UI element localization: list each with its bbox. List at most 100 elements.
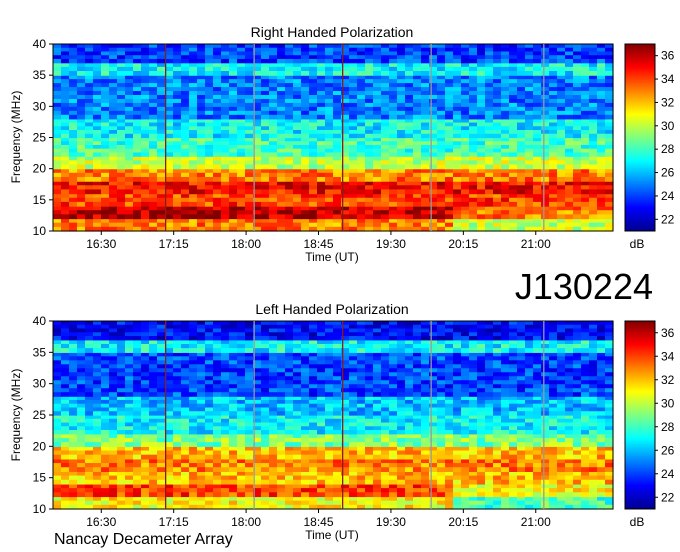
spectrum-cell — [237, 454, 246, 460]
spectrum-cell — [501, 51, 510, 56]
spectrum-cell — [421, 133, 430, 139]
spectrum-cell — [317, 418, 326, 424]
spectrum-cell — [549, 106, 558, 112]
spectrum-cell — [421, 206, 430, 211]
spectrum-cell — [573, 415, 582, 420]
spectrum-cell — [133, 181, 142, 186]
spectrum-cell — [301, 66, 310, 72]
spectrum-cell — [493, 454, 502, 460]
spectrum-cell — [93, 55, 102, 60]
spectrum-cell — [53, 418, 62, 424]
spectrum-cell — [573, 201, 582, 207]
spectrum-cell — [573, 479, 582, 485]
spectrum-cell — [53, 193, 62, 199]
spectrum-cell — [429, 201, 438, 207]
spectrum-cell — [525, 102, 534, 108]
spectrum-cell — [605, 418, 614, 424]
spectrum-cell — [69, 418, 78, 424]
spectrum-cell — [421, 87, 430, 92]
spectrum-cell — [229, 197, 238, 203]
spectrum-cell — [493, 122, 502, 127]
spectrum-cell — [285, 418, 294, 424]
spectrum-cell — [509, 197, 518, 203]
spectrum-cell — [181, 148, 190, 154]
spectrum-cell — [85, 148, 94, 154]
spectrum-cell — [493, 130, 502, 135]
spectrum-cell — [213, 102, 222, 108]
spectrum-cell — [469, 122, 478, 127]
spectrum-cell — [269, 66, 278, 72]
spectrum-cell — [117, 141, 126, 146]
spectrum-cell — [301, 168, 310, 174]
spectrum-cell — [189, 222, 198, 228]
x-tick-label: 16:30 — [86, 237, 116, 251]
spectrum-cell — [581, 75, 590, 80]
spectrum-cell — [293, 95, 302, 100]
spectrum-cell — [237, 193, 246, 199]
spectrum-cell — [77, 91, 86, 96]
spectrum-cell — [237, 75, 246, 80]
spectrum-cell — [181, 55, 190, 60]
spectrum-cell — [221, 98, 230, 104]
spectrum-cell — [485, 218, 494, 224]
spectrum-cell — [509, 218, 518, 224]
spectrum-cell — [501, 418, 510, 424]
spectrum-cell — [181, 87, 190, 92]
spectrum-cell — [229, 106, 238, 112]
spectrum-cell — [133, 137, 142, 142]
spectrum-cell — [293, 442, 302, 447]
spectrum-cell — [525, 185, 534, 191]
spectrum-cell — [149, 91, 158, 96]
spectrum-cell — [533, 479, 542, 485]
colorbar-tick-label: 26 — [661, 166, 675, 180]
spectrum-cell — [429, 418, 438, 424]
spectrum-cell — [125, 130, 134, 135]
spectrum-cell — [93, 133, 102, 139]
spectrum-cell — [197, 160, 206, 166]
spectrum-cell — [381, 218, 390, 224]
spectrum-cell — [605, 193, 614, 199]
spectrum-cell — [101, 62, 110, 68]
spectrum-cell — [573, 130, 582, 135]
spectrum-cell — [445, 110, 454, 116]
spectrum-cell — [293, 144, 302, 150]
spectrum-cell — [325, 437, 334, 443]
spectrum-cell — [605, 141, 614, 146]
spectrum-cell — [549, 126, 558, 131]
spectrum-cell — [461, 79, 470, 84]
spectrum-cell — [541, 433, 550, 439]
spectrum-cell — [389, 471, 398, 477]
spectrum-cell — [565, 418, 574, 424]
spectrum-cell — [413, 66, 422, 72]
spectrum-cell — [373, 446, 382, 452]
spectrum-cell — [437, 450, 446, 456]
spectrum-cell — [509, 62, 518, 68]
spectrum-cell — [557, 156, 566, 161]
spectrum-cell — [477, 458, 486, 464]
spectrum-cell — [77, 475, 86, 481]
spectrum-cell — [325, 450, 334, 456]
spectrum-cell — [357, 454, 366, 460]
spectrum-cell — [245, 106, 254, 112]
spectrum-cell — [229, 114, 238, 120]
right-polarization-panel: Right Handed Polarization 10152025303540… — [9, 24, 675, 264]
spectrum-cell — [549, 152, 558, 157]
spectrum-cell — [525, 176, 534, 182]
spectrum-cell — [373, 214, 382, 220]
spectrum-cell — [477, 471, 486, 477]
spectrum-cell — [533, 500, 542, 506]
spectrum-cell — [477, 141, 486, 146]
spectrum-cell — [605, 87, 614, 92]
spectrum-cell — [309, 475, 318, 481]
spectrum-cell — [501, 152, 510, 157]
spectrum-cell — [221, 106, 230, 112]
spectrum-cell — [533, 422, 542, 427]
spectrum-cell — [301, 450, 310, 456]
spectrum-cell — [405, 418, 414, 424]
spectrum-cell — [293, 137, 302, 142]
spectrum-cell — [69, 58, 78, 64]
spectrum-cell — [365, 418, 374, 424]
spectrum-cell — [101, 58, 110, 64]
spectrum-cell — [509, 426, 518, 431]
spectrum-cell — [349, 122, 358, 127]
